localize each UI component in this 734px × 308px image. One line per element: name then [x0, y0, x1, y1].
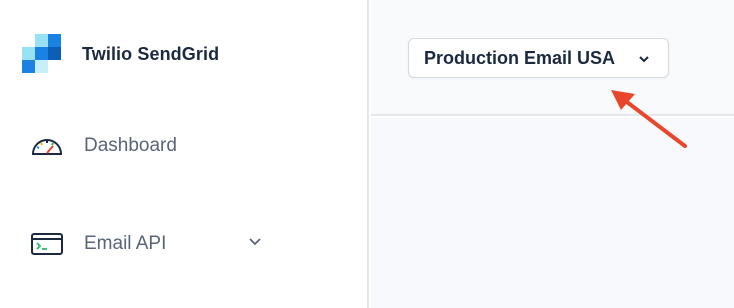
brand-name: Twilio SendGrid [82, 43, 220, 64]
sidebar-item-email-api[interactable]: Email API [30, 231, 261, 257]
brand[interactable]: Twilio SendGrid [22, 34, 219, 74]
sendgrid-logo-icon [22, 34, 64, 74]
environment-select[interactable]: Production Email USA [408, 38, 669, 78]
sidebar-item-label: Email API [84, 233, 167, 254]
environment-select-value: Production Email USA [424, 47, 616, 68]
chevron-down-icon[interactable] [248, 235, 262, 249]
app-window: Twilio SendGrid Dashboard Email API Prod… [0, 0, 734, 308]
sidebar-item-label: Dashboard [84, 135, 177, 156]
sidebar-item-dashboard[interactable]: Dashboard [30, 133, 177, 159]
chevron-down-icon [639, 56, 649, 63]
red-arrow-icon [611, 90, 687, 148]
main-area: Production Email USA [371, 0, 734, 308]
terminal-window-icon [31, 233, 63, 255]
speedometer-icon [32, 139, 62, 155]
sidebar: Twilio SendGrid Dashboard Email API [0, 0, 369, 308]
